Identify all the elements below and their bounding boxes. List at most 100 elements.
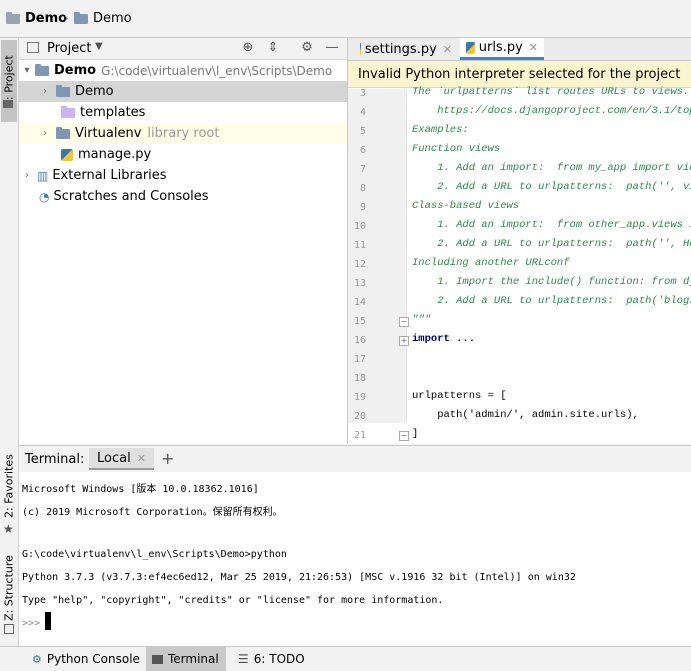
- minimize-icon[interactable]: —: [325, 41, 339, 55]
- line-number: 19: [353, 392, 366, 403]
- line-number: 7: [359, 164, 366, 175]
- line-number: 6: [359, 145, 366, 156]
- add-terminal-icon[interactable]: +: [161, 449, 174, 468]
- line-number: 5: [359, 126, 366, 137]
- code-line: Class-based views: [412, 200, 520, 212]
- project-panel-title: Project: [47, 41, 92, 56]
- close-icon[interactable]: ✕: [529, 41, 538, 54]
- line-number: 8: [359, 183, 366, 194]
- project-panel: Project ▼ ⊕ ⇕ ⚙ — ▾ Demo G:\code\virtual…: [19, 38, 348, 444]
- dropdown-chevron-icon[interactable]: ▼: [95, 41, 103, 52]
- line-number: 9: [359, 202, 366, 213]
- line-number: 21: [353, 430, 366, 441]
- line-number: 12: [353, 259, 366, 270]
- tree-item-external-libraries[interactable]: › ▥ External Libraries: [19, 165, 349, 186]
- code-line: Including another URLconf: [412, 257, 570, 269]
- code-line: 1. Add an import: from other_app.views i…: [412, 219, 691, 231]
- python-file-icon: [360, 43, 361, 55]
- favorites-tool-tab[interactable]: 2: Favorites: [1, 446, 17, 526]
- fold-marker-icon[interactable]: −: [399, 317, 409, 327]
- code-line: Examples:: [412, 124, 469, 136]
- terminal-cursor: [45, 612, 51, 630]
- code-line: The `urlpatterns` list routes URLs to vi…: [412, 86, 691, 98]
- line-number: 3: [359, 88, 366, 99]
- folder-icon: [6, 11, 20, 24]
- code-line: 2. Add a URL to urlpatterns: path('', vi…: [412, 181, 691, 193]
- structure-icon: [4, 624, 14, 634]
- project-panel-header: Project ▼ ⊕ ⇕ ⚙ —: [19, 38, 347, 60]
- bottom-tool-bar: ⚙ Python Console Terminal ☰ 6: TODO: [0, 646, 691, 671]
- todo-button[interactable]: ☰ 6: TODO: [232, 647, 311, 671]
- project-tool-tab[interactable]: 1: Project: [1, 40, 17, 122]
- line-number-gutter: 3 4 5 6 7 8 9 10 11 12 13 14 15 16 17 18 19 20 21: [348, 88, 407, 441]
- scratches-icon: ◔: [39, 189, 50, 204]
- terminal-line: (c) 2019 Microsoft Corporation。保留所有权利。: [22, 507, 283, 518]
- gear-icon[interactable]: ⚙: [300, 41, 314, 55]
- code-line: import ...: [412, 333, 476, 345]
- terminal-label: Terminal:: [25, 452, 85, 467]
- interpreter-warning-banner: Invalid Python interpreter selected for …: [348, 61, 691, 88]
- fold-marker-icon[interactable]: −: [399, 431, 409, 441]
- folder-icon: [56, 126, 70, 139]
- breadcrumb-item-demo[interactable]: Demo: [74, 11, 132, 26]
- terminal-header: Terminal: Local ✕ +: [19, 445, 691, 473]
- line-number: 4: [359, 107, 366, 118]
- tree-item-demo[interactable]: › Demo: [19, 81, 347, 102]
- code-line: 2. Add a URL to urlpatterns: path('blog/…: [412, 295, 691, 307]
- python-file-icon: [466, 41, 475, 54]
- tree-item-templates[interactable]: templates: [19, 102, 347, 123]
- breadcrumb: Demo › Demo: [0, 0, 691, 38]
- chevron-right-icon[interactable]: ›: [21, 170, 33, 181]
- terminal-line: G:\code\virtualenv\l_env\Scripts\Demo>py…: [22, 549, 287, 560]
- project-view-icon: [27, 42, 39, 53]
- terminal-tab-local[interactable]: Local ✕: [89, 448, 154, 470]
- python-icon: ⚙: [32, 652, 42, 666]
- terminal-output[interactable]: Microsoft Windows [版本 10.0.18362.1016] (c…: [19, 472, 691, 646]
- line-number: 16: [353, 335, 366, 346]
- close-icon[interactable]: ✕: [137, 452, 146, 465]
- tab-settings-py[interactable]: settings.py ✕: [354, 38, 458, 60]
- code-line: ]: [412, 428, 419, 440]
- structure-tool-tab[interactable]: Z: Structure: [1, 548, 17, 628]
- line-number: 13: [353, 278, 366, 289]
- code-line: """: [412, 314, 431, 326]
- locate-icon[interactable]: ⊕: [241, 41, 255, 55]
- code-line: Function views: [412, 143, 501, 155]
- tree-item-virtualenv[interactable]: › Virtualenv library root: [19, 123, 347, 144]
- breadcrumb-item-root[interactable]: Demo: [6, 11, 67, 26]
- editor: settings.py ✕ urls.py ✕ Invalid Python i…: [348, 38, 691, 444]
- tree-item-scratches[interactable]: ◔ Scratches and Consoles: [19, 186, 347, 207]
- line-number: 17: [353, 354, 366, 365]
- folder-icon: [35, 63, 49, 76]
- chevron-right-icon[interactable]: ›: [39, 86, 51, 97]
- terminal-line: Python 3.7.3 (v3.7.3:ef4ec6ed12, Mar 25 …: [22, 572, 576, 583]
- editor-tab-bar: settings.py ✕ urls.py ✕: [348, 38, 691, 61]
- chevron-down-icon[interactable]: ▾: [21, 65, 33, 76]
- collapse-all-icon[interactable]: ⇕: [266, 41, 280, 55]
- list-icon: ☰: [238, 652, 249, 666]
- code-line: urlpatterns = [: [412, 390, 507, 402]
- tree-item-demo-root[interactable]: ▾ Demo G:\code\virtualenv\l_env\Scripts\…: [19, 60, 349, 81]
- line-number: 20: [353, 411, 366, 422]
- libraries-icon: ▥: [37, 168, 49, 183]
- terminal-line: >>>: [22, 618, 47, 629]
- line-number: 18: [353, 373, 366, 384]
- code-line: path('admin/', admin.site.urls),: [412, 409, 639, 421]
- folder-icon: [74, 11, 88, 24]
- tree-item-manage-py[interactable]: manage.py: [19, 144, 347, 165]
- code-line: 2. Add a URL to urlpatterns: path('', Ho…: [412, 238, 691, 250]
- close-icon[interactable]: ✕: [443, 43, 452, 56]
- terminal-icon: [152, 654, 163, 664]
- line-number: 10: [353, 221, 366, 232]
- fold-marker-icon[interactable]: +: [399, 336, 409, 346]
- terminal-line: Microsoft Windows [版本 10.0.18362.1016]: [22, 484, 259, 495]
- folder-icon: [61, 105, 75, 118]
- tab-urls-py[interactable]: urls.py ✕: [460, 38, 544, 60]
- code-line: 1. Add an import: from my_app import vie…: [412, 162, 691, 174]
- terminal-line: Type "help", "copyright", "credits" or "…: [22, 595, 444, 606]
- left-tool-strip: 1: Project 2: Favorites ★ Z: Structure: [0, 38, 19, 646]
- chevron-right-icon[interactable]: ›: [39, 128, 51, 139]
- python-console-button[interactable]: ⚙ Python Console: [26, 647, 146, 671]
- terminal-button[interactable]: Terminal: [146, 647, 226, 671]
- line-number: 15: [353, 316, 366, 327]
